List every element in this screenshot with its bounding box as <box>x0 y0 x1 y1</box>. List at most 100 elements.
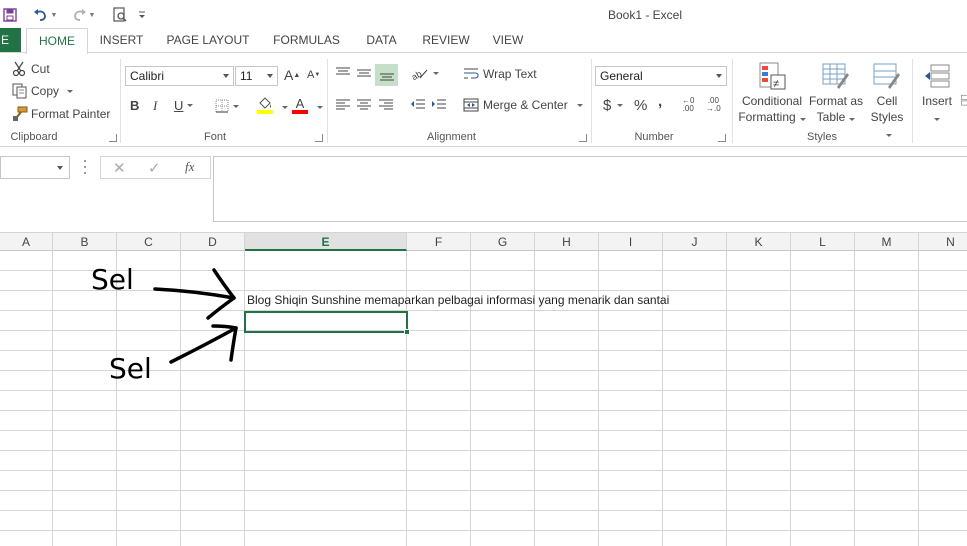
column-header-e[interactable]: E <box>245 233 407 251</box>
font-launcher-icon[interactable] <box>315 134 323 142</box>
tab-view[interactable]: VIEW <box>488 28 528 53</box>
cut-button[interactable]: Cut <box>12 61 50 77</box>
active-cell-e4[interactable] <box>244 311 408 333</box>
comma-style-icon[interactable]: , <box>658 93 662 110</box>
decrease-indent-icon[interactable] <box>410 98 426 112</box>
font-name-select[interactable]: Calibri <box>125 66 234 86</box>
chevron-down-icon <box>223 74 229 78</box>
insert-cells-label: Insert <box>921 94 952 108</box>
wrap-text-button[interactable]: Wrap Text <box>463 67 537 81</box>
bottom-align-icon[interactable] <box>375 64 398 86</box>
insert-function-icon[interactable]: fx <box>185 159 194 175</box>
delete-cells-button[interactable] <box>960 61 967 145</box>
tab-formulas[interactable]: FORMULAS <box>267 28 346 53</box>
tab-home[interactable]: HOME <box>26 28 88 54</box>
title-bar: ▼ ▼ Book1 - Excel <box>0 0 967 30</box>
underline-icon[interactable]: U <box>174 98 194 113</box>
column-header-k[interactable]: K <box>727 233 791 251</box>
group-separator <box>591 59 592 143</box>
format-as-table-icon <box>807 59 865 93</box>
increase-decimal-icon[interactable]: ←0.00 <box>682 97 694 113</box>
column-header-b[interactable]: B <box>53 233 117 251</box>
copy-dropdown-icon[interactable] <box>67 89 74 93</box>
fill-color-dropdown-icon[interactable] <box>282 106 288 109</box>
column-header-h[interactable]: H <box>535 233 599 251</box>
clipboard-launcher-icon[interactable] <box>109 134 117 142</box>
insert-cells-icon <box>918 59 956 93</box>
increase-font-size-icon[interactable]: A ▲ <box>284 67 300 83</box>
group-separator <box>327 59 328 143</box>
align-left-icon[interactable] <box>335 98 351 112</box>
align-right-icon[interactable] <box>378 98 394 112</box>
top-align-icon[interactable] <box>335 66 351 80</box>
cell-styles-button[interactable]: Cell Styles <box>866 59 908 141</box>
column-header-i[interactable]: I <box>599 233 663 251</box>
merge-center-label: Merge & Center <box>483 98 568 112</box>
fill-color-bar <box>257 110 273 114</box>
window-title: Book1 - Excel <box>607 8 683 22</box>
font-size-select[interactable]: 11 <box>235 66 278 86</box>
wrap-text-label: Wrap Text <box>483 67 537 81</box>
cancel-icon[interactable]: ✕ <box>113 159 126 177</box>
font-color-dropdown-icon[interactable] <box>317 106 323 109</box>
wrap-text-icon <box>463 67 479 81</box>
tab-review[interactable]: REVIEW <box>418 28 474 53</box>
tab-page-layout[interactable]: PAGE LAYOUT <box>163 28 253 53</box>
font-name-value: Calibri <box>130 69 165 83</box>
conditional-formatting-icon: ≠ <box>737 59 807 93</box>
tab-insert[interactable]: INSERT <box>94 28 149 53</box>
column-header-f[interactable]: F <box>407 233 471 251</box>
clipboard-group-label: Clipboard <box>10 131 58 143</box>
column-header-n[interactable]: N <box>919 233 967 251</box>
formula-bar-grip-icon[interactable] <box>84 160 86 174</box>
number-format-select[interactable]: General <box>595 66 727 86</box>
currency-icon[interactable]: $ <box>603 97 624 114</box>
alignment-launcher-icon[interactable] <box>579 134 587 142</box>
column-header-m[interactable]: M <box>855 233 919 251</box>
group-separator <box>120 59 121 143</box>
column-headers: ABCDEFGHIJKLMN <box>0 232 967 251</box>
column-header-d[interactable]: D <box>181 233 245 251</box>
column-header-j[interactable]: J <box>663 233 727 251</box>
enter-check-icon[interactable]: ✓ <box>148 159 161 177</box>
column-header-g[interactable]: G <box>471 233 535 251</box>
conditional-formatting-button[interactable]: ≠ Conditional Formatting <box>737 59 807 125</box>
increase-indent-icon[interactable] <box>431 98 447 112</box>
tab-file[interactable]: E <box>0 28 21 53</box>
annotation-label-2: Sel <box>109 352 152 385</box>
format-as-table-line1: Format as <box>808 94 863 108</box>
copy-button[interactable]: Copy <box>12 83 74 99</box>
scissors-icon <box>12 61 28 77</box>
insert-cells-button[interactable]: Insert <box>918 59 956 125</box>
decrease-font-size-icon[interactable]: A ▼ <box>307 69 320 81</box>
worksheet-grid[interactable]: Blog Shiqin Sunshine memaparkan pelbagai… <box>0 251 967 546</box>
decrease-decimal-icon[interactable]: .00 →.0 <box>706 97 721 113</box>
column-header-c[interactable]: C <box>117 233 181 251</box>
number-launcher-icon[interactable] <box>718 134 726 142</box>
format-painter-button[interactable]: Format Painter <box>12 106 110 122</box>
format-as-table-button[interactable]: Format as Table <box>807 59 865 125</box>
formula-bar: ✕ ✓ fx <box>0 148 967 232</box>
percent-icon[interactable]: % <box>634 97 647 114</box>
bold-icon[interactable]: B <box>130 98 139 113</box>
italic-icon[interactable]: I <box>153 98 157 114</box>
middle-align-icon[interactable] <box>356 66 372 80</box>
styles-group-label: Styles <box>807 131 837 143</box>
align-center-icon[interactable] <box>356 98 372 112</box>
tab-data[interactable]: DATA <box>360 28 403 53</box>
formula-bar-buttons: ✕ ✓ fx <box>100 156 211 179</box>
column-header-l[interactable]: L <box>791 233 855 251</box>
group-separator <box>732 59 733 143</box>
orientation-icon[interactable]: ab <box>411 66 439 80</box>
name-box[interactable] <box>0 156 70 179</box>
borders-icon[interactable] <box>215 99 239 113</box>
merge-center-button[interactable]: Merge & Center <box>463 98 583 112</box>
cell-d3-text[interactable]: Blog Shiqin Sunshine memaparkan pelbagai… <box>247 293 669 307</box>
column-header-a[interactable]: A <box>0 233 53 251</box>
svg-text:≠: ≠ <box>773 78 779 90</box>
fill-color-icon[interactable] <box>257 97 273 114</box>
ribbon: Cut Copy Format Painter Clipboard Calibr… <box>0 52 967 147</box>
fill-handle[interactable] <box>404 329 410 335</box>
formula-input[interactable] <box>213 156 967 222</box>
font-color-icon[interactable]: A <box>292 97 308 114</box>
